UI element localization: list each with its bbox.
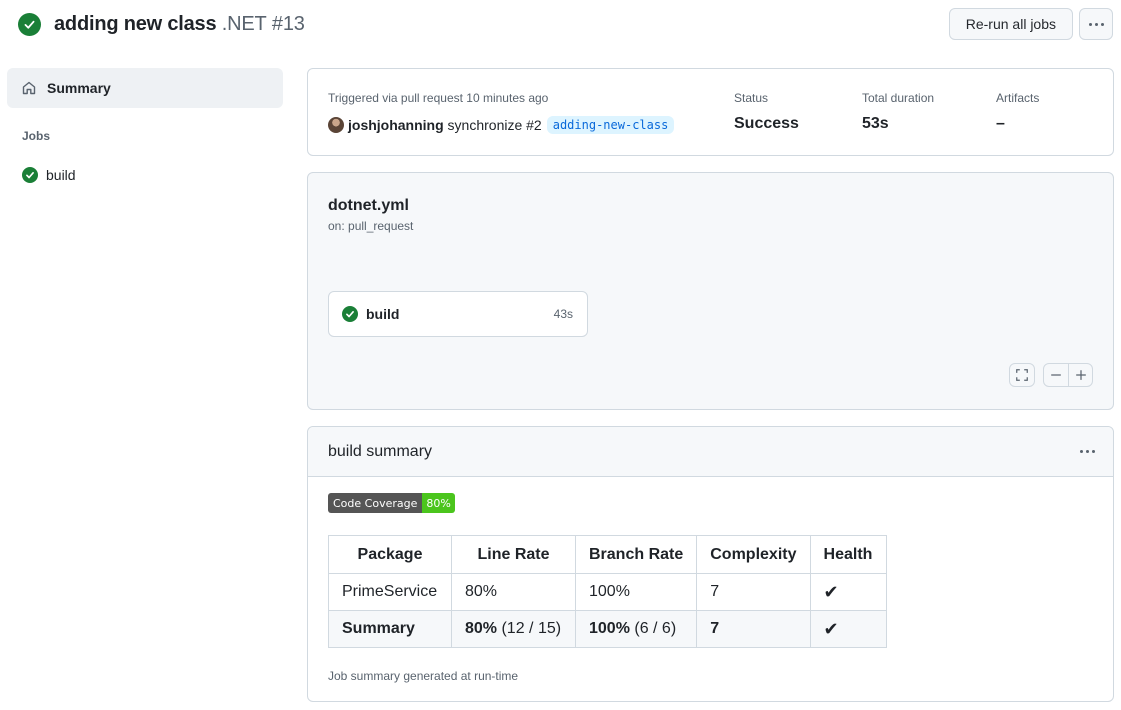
summary-header: build summary [308,427,1113,477]
sidebar-item-label: Summary [47,80,111,96]
avatar[interactable] [328,117,344,133]
branch-rate-cell: 100% (6 / 6) [576,611,697,648]
table-row: PrimeService 80% 100% 7 ✔ [329,574,887,611]
workflow-file: dotnet.yml [328,197,409,215]
health-check-icon: ✔ [810,611,886,648]
zoom-controls [1043,363,1093,387]
sidebar-item-summary[interactable]: Summary [7,68,283,108]
summary-footer: Job summary generated at run-time [328,669,518,683]
table-row: Summary 80% (12 / 15) 100% (6 / 6) 7 ✔ [329,611,887,648]
column-header: Package [329,536,452,574]
more-options-button[interactable] [1079,8,1113,40]
user-link[interactable]: joshjohanning [348,117,444,133]
trigger-action[interactable]: synchronize #2 [448,117,542,133]
workflow-name[interactable]: .NET [222,13,267,35]
artifacts-value: – [996,115,1005,133]
jobs-heading: Jobs [22,129,283,143]
page-title: adding new class .NET #13 [54,13,305,36]
column-header: Health [810,536,886,574]
status-value: Success [734,115,799,133]
kebab-horizontal-icon [1080,450,1095,453]
branch-rate-cell: 100% [576,574,697,611]
package-cell: Summary [329,611,452,648]
workflow-graph-card: dotnet.yml on: pull_request build 43s [307,172,1114,410]
job-duration: 43s [554,307,573,321]
coverage-table: Package Line Rate Branch Rate Complexity… [328,535,887,648]
sidebar-item-build[interactable]: build [22,167,283,183]
page-header: adding new class .NET #13 Re-run all job… [18,9,1113,39]
fullscreen-icon [1010,364,1034,386]
run-info-card: Triggered via pull request 10 minutes ag… [307,68,1114,156]
graph-controls [1009,363,1093,387]
zoom-out-icon[interactable] [1044,364,1068,386]
sidebar: Summary Jobs build [7,68,283,183]
job-summary-card: build summary Code Coverage 80% Package … [307,426,1114,702]
duration-value: 53s [862,115,889,133]
home-icon [21,80,37,96]
status-label: Status [734,91,768,105]
sidebar-item-label: build [46,167,76,183]
complexity-cell: 7 [697,611,810,648]
zoom-in-icon[interactable] [1068,364,1092,386]
duration-label: Total duration [862,91,934,105]
run-title: adding new class [54,13,216,35]
trigger-text: Triggered via pull request 10 minutes ag… [328,91,548,105]
check-circle-icon [342,306,358,322]
line-rate-cell: 80% (12 / 15) [452,611,576,648]
check-circle-icon [22,167,38,183]
line-rate-cell: 80% [452,574,576,611]
package-cell: PrimeService [329,574,452,611]
job-node-build[interactable]: build 43s [328,291,588,337]
badge-value: 80% [422,493,454,513]
column-header: Line Rate [452,536,576,574]
rerun-all-jobs-button[interactable]: Re-run all jobs [949,8,1073,40]
run-number: #13 [272,13,305,35]
kebab-horizontal-icon [1089,23,1104,26]
coverage-badge: Code Coverage 80% [328,493,455,513]
fullscreen-button[interactable] [1009,363,1035,387]
branch-label[interactable]: adding-new-class [547,116,675,134]
summary-options-button[interactable] [1075,440,1099,464]
summary-title: build summary [328,443,432,461]
badge-label: Code Coverage [328,493,422,513]
artifacts-label: Artifacts [996,91,1039,105]
health-check-icon: ✔ [810,574,886,611]
complexity-cell: 7 [697,574,810,611]
table-header-row: Package Line Rate Branch Rate Complexity… [329,536,887,574]
check-circle-icon [18,13,41,36]
column-header: Branch Rate [576,536,697,574]
column-header: Complexity [697,536,810,574]
job-name: build [366,306,399,322]
trigger-details: joshjohanning synchronize #2 adding-new-… [328,116,674,134]
workflow-trigger: on: pull_request [328,219,413,233]
